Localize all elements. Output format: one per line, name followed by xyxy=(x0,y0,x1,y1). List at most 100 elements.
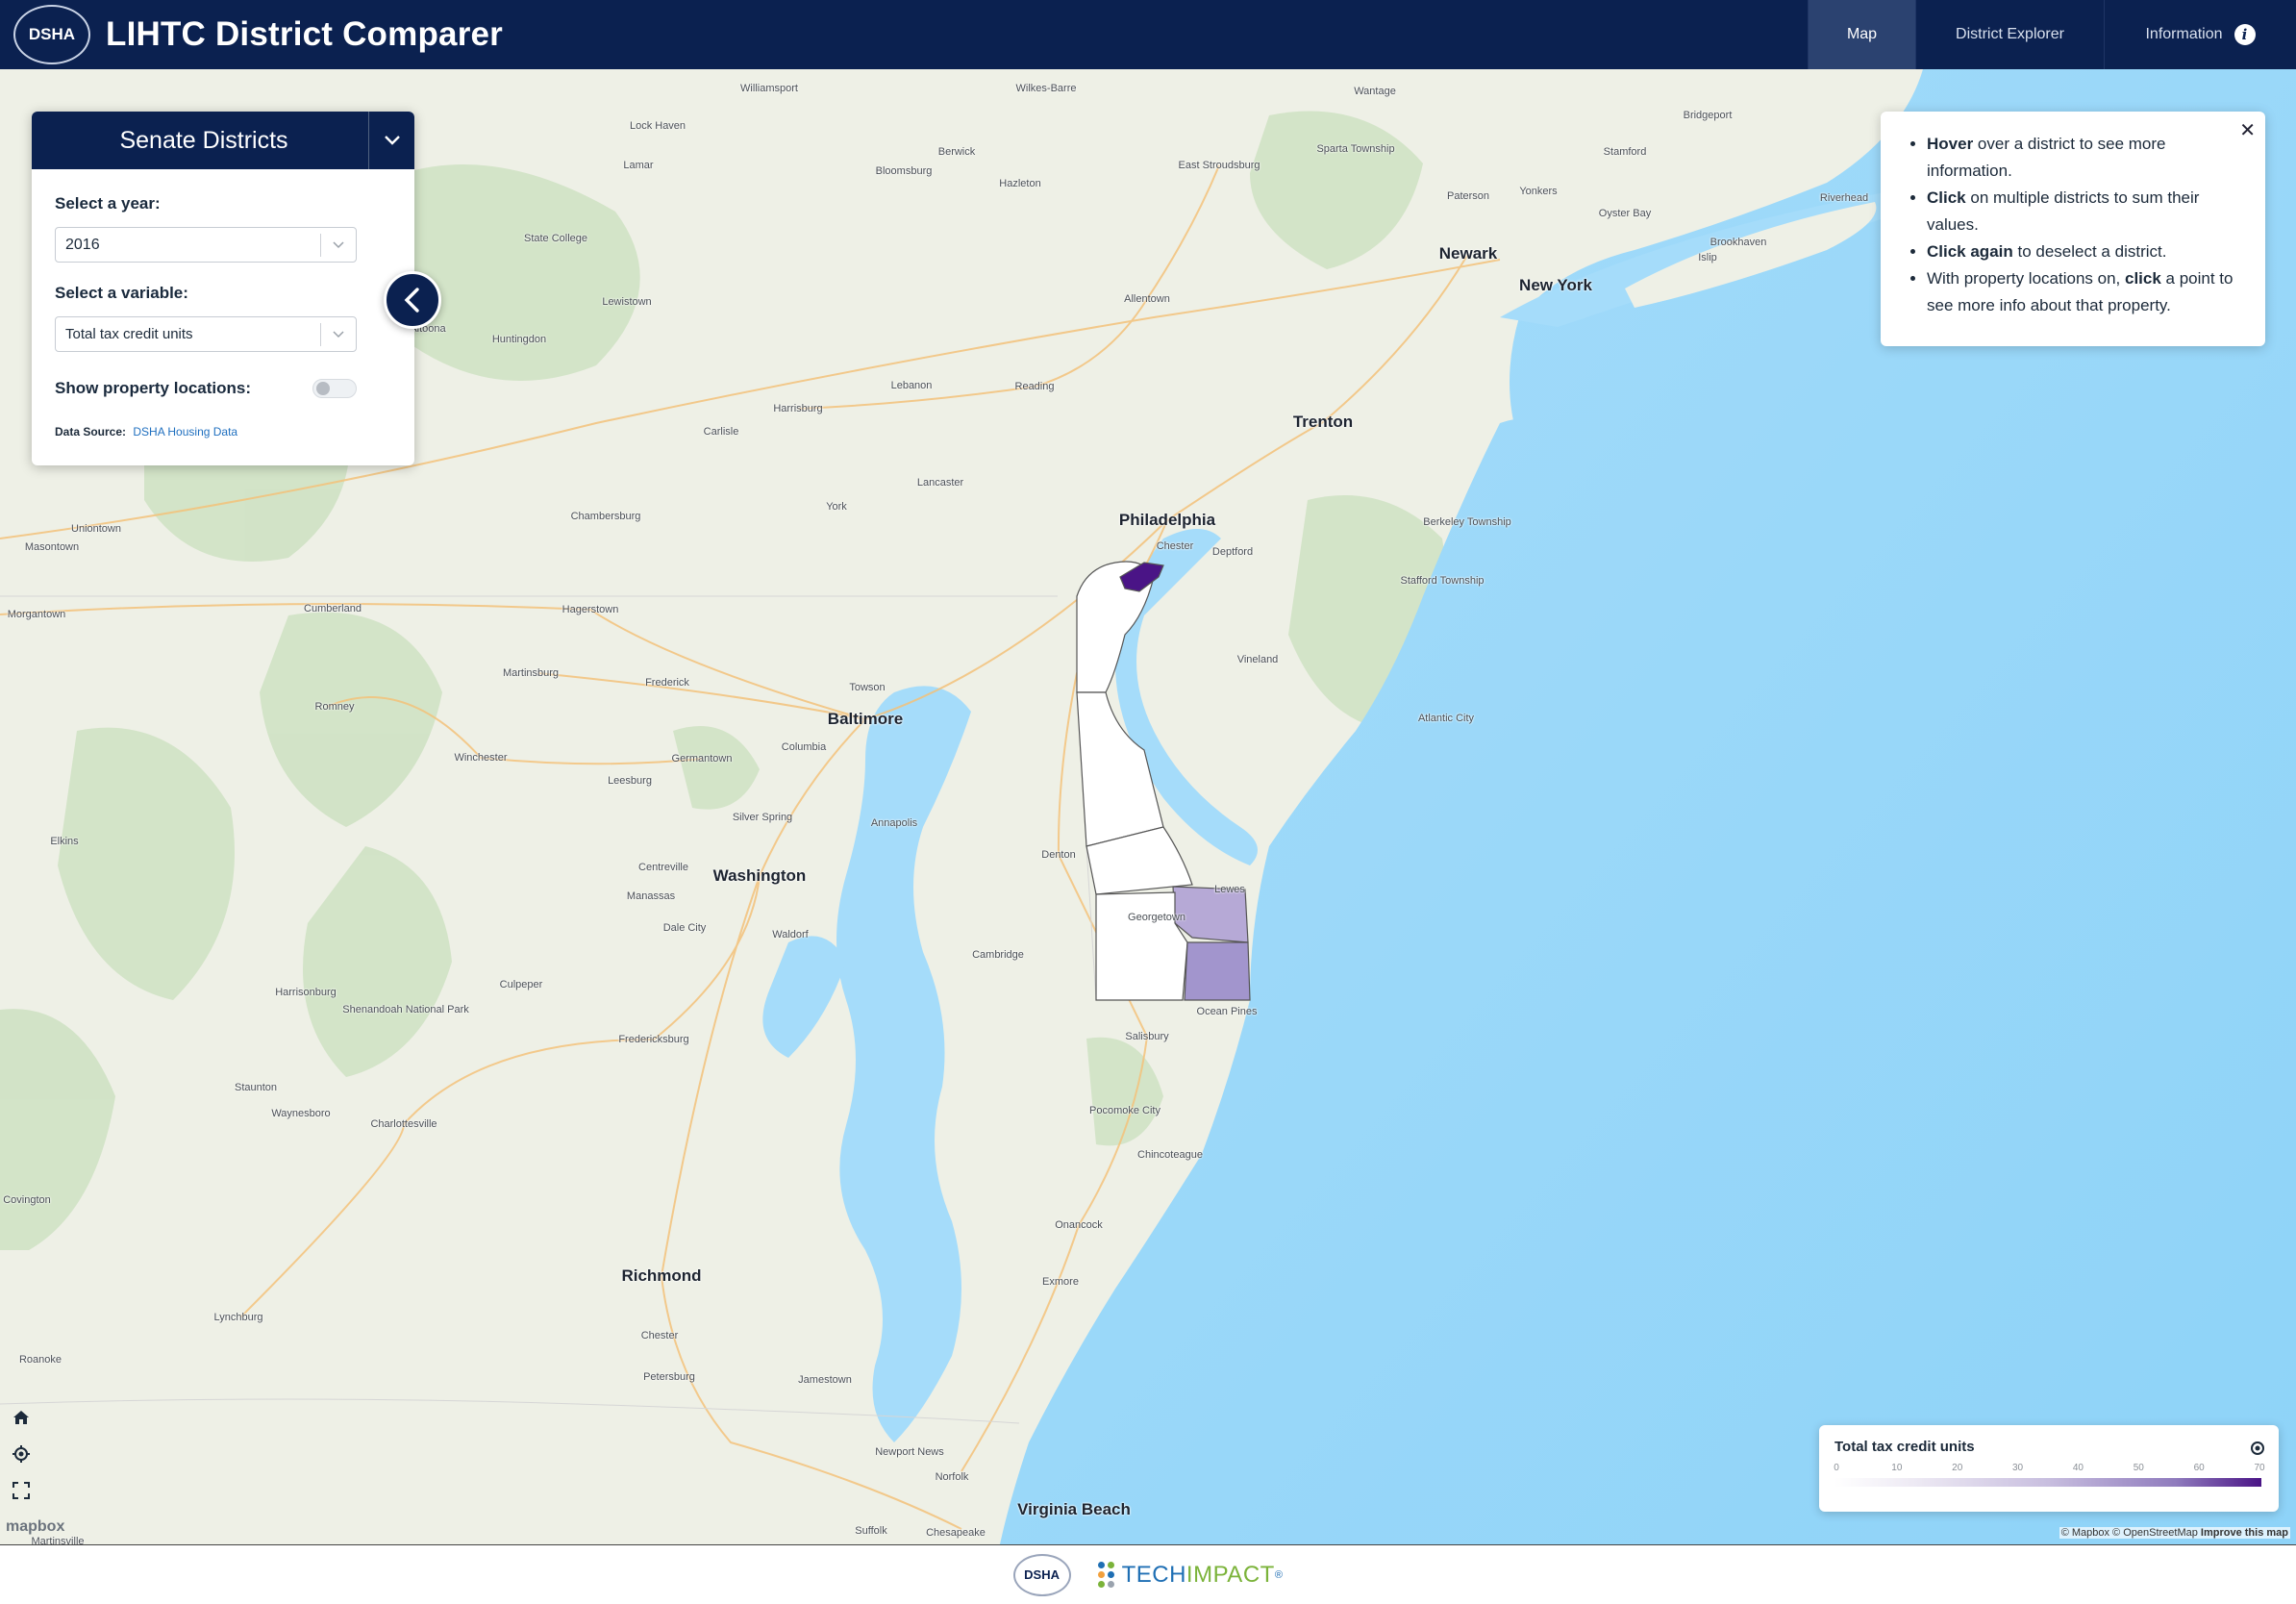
toggle-knob xyxy=(316,382,330,395)
logo-text: DSHA xyxy=(28,25,76,43)
place-label: Roanoke xyxy=(18,1354,62,1366)
place-label: Salisbury xyxy=(1125,1031,1169,1042)
locate-icon xyxy=(12,1445,30,1463)
place-label: Virginia Beach xyxy=(1017,1500,1131,1518)
variable-select[interactable]: Total tax credit units xyxy=(55,316,357,352)
place-label: Lebanon xyxy=(890,380,933,391)
improve-map-link[interactable]: Improve this map xyxy=(2201,1527,2288,1539)
place-label: Berkeley Township xyxy=(1423,516,1511,528)
place-label: Hagerstown xyxy=(562,604,619,615)
place-label: Norfolk xyxy=(935,1471,969,1483)
help-text: on multiple districts to sum their value… xyxy=(1927,188,2200,234)
place-label: Winchester xyxy=(454,752,508,764)
data-source-link[interactable]: DSHA Housing Data xyxy=(133,425,237,439)
techimpact-text-a: TECH xyxy=(1121,1561,1186,1588)
help-card: ✕ Hover over a district to see more info… xyxy=(1881,112,2265,346)
place-label: Lewes xyxy=(1214,884,1245,895)
place-label: Denton xyxy=(1041,849,1076,861)
chevron-down-icon[interactable] xyxy=(368,112,414,169)
place-label: Martinsville xyxy=(31,1536,85,1544)
mapbox-logo[interactable]: mapbox xyxy=(6,1518,64,1536)
chevron-down-icon xyxy=(321,240,356,249)
place-label: New York xyxy=(1519,276,1592,294)
legend-tick: 0 xyxy=(1834,1463,1839,1473)
techimpact-registered: ® xyxy=(1274,1568,1284,1581)
place-label: Chambersburg xyxy=(570,511,641,522)
tab-map[interactable]: Map xyxy=(1808,0,1915,69)
place-label: Trenton xyxy=(1292,413,1354,431)
footer-dsha-logo[interactable]: DSHA xyxy=(1012,1553,1071,1596)
home-button[interactable] xyxy=(8,1404,35,1431)
legend-tick: 20 xyxy=(1952,1463,1963,1473)
place-label: Fredericksburg xyxy=(618,1034,689,1045)
place-label: Charlottesville xyxy=(370,1118,437,1130)
tab-information-label: Information xyxy=(2145,26,2223,42)
place-label: Covington xyxy=(3,1194,51,1206)
property-locations-label: Show property locations: xyxy=(55,379,252,397)
place-label: Chester xyxy=(640,1330,679,1341)
place-label: Harrisburg xyxy=(773,403,823,414)
chevron-left-icon xyxy=(404,288,419,313)
place-label: Baltimore xyxy=(827,710,904,728)
info-icon: i xyxy=(2234,24,2256,45)
place-label: Manassas xyxy=(626,890,676,902)
dsha-logo[interactable]: DSHA xyxy=(13,5,90,64)
variable-value: Total tax credit units xyxy=(65,326,193,342)
help-item: Click on multiple districts to sum their… xyxy=(1927,185,2244,238)
district-sussex-west[interactable] xyxy=(1095,891,1188,1001)
property-locations-row: Show property locations: xyxy=(55,379,357,398)
app-title: LIHTC District Comparer xyxy=(106,15,503,53)
techimpact-logo[interactable]: TECH IMPACT ® xyxy=(1097,1561,1284,1589)
help-bold: click xyxy=(2124,269,2161,288)
place-label: Jamestown xyxy=(798,1374,852,1386)
place-label: Sparta Township xyxy=(1316,143,1395,155)
place-label: Morgantown xyxy=(7,609,66,620)
place-label: Uniontown xyxy=(71,523,121,535)
close-icon[interactable]: ✕ xyxy=(2239,117,2256,144)
place-label: Martinsburg xyxy=(502,667,560,679)
place-label: Berwick xyxy=(937,146,976,158)
place-label: Riverhead xyxy=(1819,192,1869,204)
tab-district-explorer-label: District Explorer xyxy=(1956,26,2064,42)
place-label: Masontown xyxy=(24,541,80,553)
place-label: Vineland xyxy=(1236,654,1279,665)
district-sussex-east[interactable] xyxy=(1184,941,1251,1001)
place-label: Reading xyxy=(1014,381,1055,392)
legend-color-ramp xyxy=(1834,1478,2261,1487)
tab-information[interactable]: Information i xyxy=(2104,0,2296,69)
help-bold: Click xyxy=(1927,188,1966,207)
district-type-label: Senate Districts xyxy=(119,126,288,154)
place-label: Allentown xyxy=(1124,293,1170,305)
attribution-text[interactable]: © Mapbox © OpenStreetMap xyxy=(2061,1527,2198,1539)
place-label: Romney xyxy=(314,701,355,713)
place-label: Stamford xyxy=(1603,146,1647,158)
mapbox-logo-text: mapbox xyxy=(6,1518,65,1535)
fullscreen-button[interactable] xyxy=(8,1477,35,1504)
place-label: Frederick xyxy=(645,677,689,689)
place-label: Elkins xyxy=(50,836,79,847)
legend-ticks: 0 10 20 30 40 50 60 70 xyxy=(1834,1463,2264,1476)
district-type-dropdown[interactable]: Senate Districts xyxy=(32,112,414,169)
place-label: Williamsport xyxy=(740,83,798,94)
place-label: Wantage xyxy=(1354,86,1396,97)
eye-icon[interactable] xyxy=(2250,1441,2265,1461)
control-panel: Senate Districts Select a year: 2016 Sel… xyxy=(32,112,414,465)
place-label: Atlantic City xyxy=(1417,713,1475,724)
place-label: Waldorf xyxy=(772,929,809,940)
place-label: Carlisle xyxy=(703,426,739,438)
property-locations-toggle[interactable] xyxy=(312,379,357,398)
collapse-panel-button[interactable] xyxy=(384,271,441,329)
app-header: DSHA LIHTC District Comparer Map Distric… xyxy=(0,0,2296,69)
tab-district-explorer[interactable]: District Explorer xyxy=(1915,0,2104,69)
place-label: Culpeper xyxy=(499,979,543,990)
place-label: Harrisonburg xyxy=(275,987,337,998)
place-label: Suffolk xyxy=(855,1525,887,1537)
place-label: Chester xyxy=(1156,540,1194,552)
locate-button[interactable] xyxy=(8,1441,35,1467)
year-select[interactable]: 2016 xyxy=(55,227,357,263)
place-label: Centreville xyxy=(638,862,688,873)
techimpact-dots-icon xyxy=(1097,1562,1114,1588)
place-label: Lancaster xyxy=(916,477,964,489)
map-legend: Total tax credit units 0 10 20 30 40 50 60 70 xyxy=(1819,1425,2279,1512)
tab-map-label: Map xyxy=(1846,26,1878,42)
